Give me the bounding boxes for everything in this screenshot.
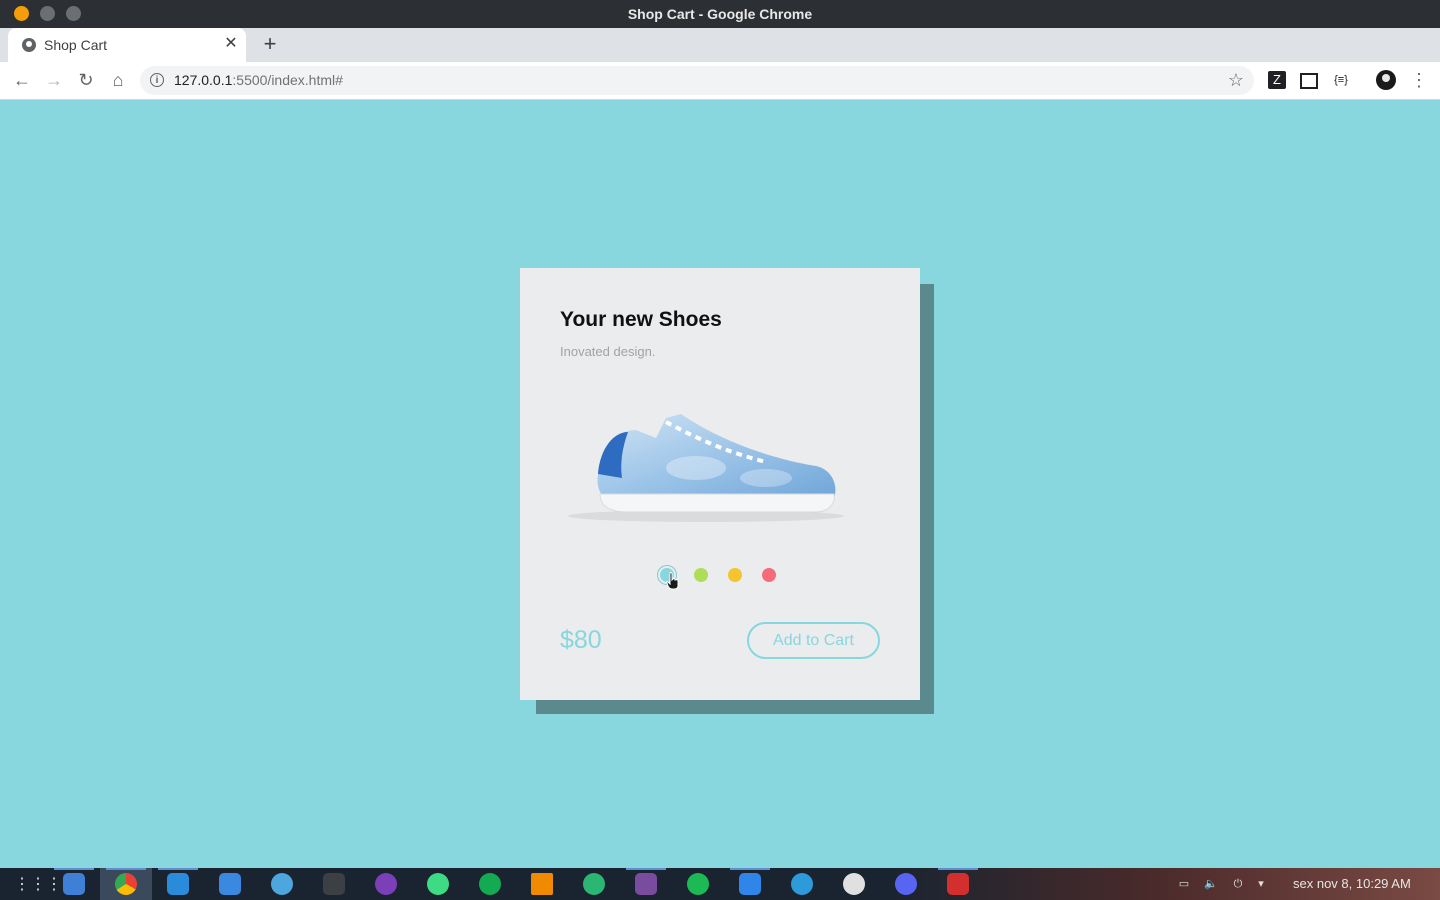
files-activity-indicator (54, 868, 94, 870)
color-swatch-yellow[interactable] (728, 568, 742, 582)
downloader-icon[interactable] (791, 873, 813, 895)
volume-icon[interactable]: 🔈 (1204, 877, 1218, 891)
product-subtitle: Inovated design. (560, 344, 656, 359)
product-price: $80 (560, 626, 602, 654)
inkscape-icon[interactable] (843, 873, 865, 895)
window-titlebar: Shop Cart - Google Chrome (0, 0, 1440, 28)
display-tray-icon[interactable]: ▭ (1177, 877, 1191, 891)
home-icon[interactable]: ⌂ (106, 69, 130, 91)
url-host: 127.0.0.1 (174, 72, 233, 88)
forward-icon[interactable]: → (42, 69, 66, 91)
flathub-icon[interactable] (271, 873, 293, 895)
chrome-activity-indicator (106, 868, 146, 870)
color-swatch-red[interactable] (762, 568, 776, 582)
system-clock[interactable]: sex nov 8, 10:29 AM (1293, 876, 1411, 891)
mongodb-compass-icon[interactable] (479, 873, 501, 895)
vscode-activity-indicator (158, 868, 198, 870)
tab-strip: Shop Cart ✕ + (0, 28, 1440, 62)
browser-tab[interactable]: Shop Cart ✕ (8, 28, 246, 62)
software-center-icon[interactable] (739, 873, 761, 895)
cloud-icon[interactable] (583, 873, 605, 895)
video-editor-activity-indicator (626, 868, 666, 870)
reload-icon[interactable]: ↻ (74, 69, 98, 91)
power-icon[interactable]: ⏻ (1231, 877, 1245, 891)
hand-cursor-icon (666, 572, 679, 590)
vlc-icon[interactable] (531, 873, 553, 895)
new-tab-button[interactable]: + (258, 32, 282, 56)
video-editor-icon[interactable] (635, 873, 657, 895)
screen-recorder-icon[interactable] (375, 873, 397, 895)
apps-grid-icon[interactable]: ⋮⋮⋮ (14, 875, 62, 895)
brackets-icon[interactable] (219, 873, 241, 895)
vscode-icon[interactable] (167, 873, 189, 895)
software-center-activity-indicator (730, 868, 770, 870)
info-icon[interactable]: i (150, 73, 164, 87)
product-card: Your new Shoes Inovated design. $80 Add … (520, 268, 920, 700)
chrome-icon[interactable] (115, 873, 137, 895)
product-title: Your new Shoes (560, 308, 722, 331)
globe-icon (22, 38, 36, 52)
browser-toolbar: ← → ↻ ⌂ i 127.0.0.1:5500/index.html# ☆ Z… (0, 62, 1440, 100)
discord-icon[interactable] (895, 873, 917, 895)
screenshot-extension-icon[interactable] (1300, 73, 1318, 89)
files-icon[interactable] (63, 873, 85, 895)
tab-title: Shop Cart (44, 37, 108, 53)
shoe-image (568, 414, 844, 522)
add-to-cart-button[interactable]: Add to Cart (747, 622, 880, 659)
pdf-reader-activity-indicator (938, 868, 978, 870)
color-swatch-green[interactable] (694, 568, 708, 582)
more-menu-icon[interactable]: ⋮ (1410, 69, 1428, 91)
back-icon[interactable]: ← (10, 69, 34, 91)
address-bar[interactable]: i 127.0.0.1:5500/index.html# ☆ (140, 66, 1254, 95)
taskbar: ⋮⋮⋮ ▭ 🔈 ⏻ ▾ sex nov 8, 10:29 AM (0, 868, 1440, 900)
android-studio-icon[interactable] (427, 873, 449, 895)
terminal-icon[interactable] (323, 873, 345, 895)
profile-avatar[interactable] (1376, 70, 1396, 90)
url-text: 127.0.0.1:5500/index.html# (174, 72, 343, 88)
extension-icon[interactable]: Z (1268, 71, 1286, 89)
chevron-down-icon[interactable]: ▾ (1254, 877, 1268, 891)
window-title: Shop Cart - Google Chrome (627, 6, 813, 22)
spotify-icon[interactable] (687, 873, 709, 895)
url-path: :5500/index.html# (232, 72, 343, 88)
json-extension-icon[interactable]: {≡} (1332, 71, 1350, 89)
bookmark-star-icon[interactable]: ☆ (1228, 70, 1244, 91)
close-icon[interactable]: ✕ (222, 35, 240, 53)
pdf-reader-icon[interactable] (947, 873, 969, 895)
